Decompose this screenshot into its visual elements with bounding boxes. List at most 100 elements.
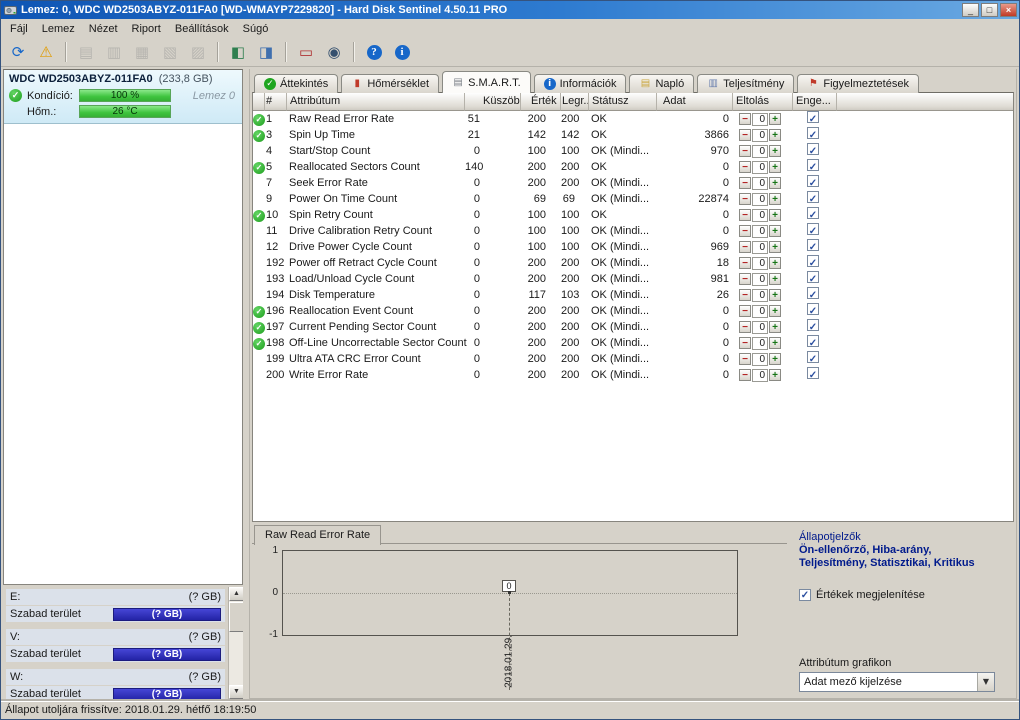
chevron-down-icon[interactable]: ▼ [977,673,994,691]
offset-decrease-button[interactable]: − [739,369,751,381]
offset-decrease-button[interactable]: − [739,257,751,269]
maximize-button[interactable]: □ [981,3,998,17]
enabled-checkbox[interactable]: ✓ [807,159,819,173]
enabled-checkbox[interactable]: ✓ [807,367,819,381]
table-row[interactable]: ✓ 7 Seek Error Rate 0 200 200 OK (Mindi.… [253,175,1013,191]
table-row[interactable]: ✓ 5 Reallocated Sectors Count 140 200 20… [253,159,1013,175]
enabled-checkbox[interactable]: ✓ [807,175,819,189]
table-row[interactable]: ✓ 9 Power On Time Count 0 69 69 OK (Mind… [253,191,1013,207]
offset-increase-button[interactable]: + [769,225,781,237]
offset-increase-button[interactable]: + [769,129,781,141]
disk-details-icon[interactable]: ◨ [253,40,279,64]
offset-increase-button[interactable]: + [769,113,781,125]
header-value[interactable]: Érték [521,93,561,111]
header-icon-stub[interactable] [253,93,265,111]
enabled-checkbox[interactable]: ✓ [807,271,819,285]
header-offset[interactable]: Eltolás [733,93,793,111]
title-bar[interactable]: Lemez: 0, WDC WD2503ABYZ-011FA0 [WD-WMAY… [1,1,1019,19]
table-row[interactable]: ✓ 199 Ultra ATA CRC Error Count 0 200 20… [253,351,1013,367]
offset-increase-button[interactable]: + [769,209,781,221]
about-icon[interactable]: i [389,40,415,64]
enabled-checkbox[interactable]: ✓ [807,143,819,157]
offset-decrease-button[interactable]: − [739,161,751,173]
offset-decrease-button[interactable]: − [739,129,751,141]
offset-increase-button[interactable]: + [769,353,781,365]
header-threshold[interactable]: Küszöb [465,93,521,111]
offset-decrease-button[interactable]: − [739,337,751,349]
scrollbar-thumb[interactable] [229,602,243,632]
tab-performance[interactable]: ▥ Teljesítmény [697,74,795,93]
minimize-button[interactable]: _ [962,3,979,17]
table-row[interactable]: ✓ 200 Write Error Rate 0 200 200 OK (Min… [253,367,1013,383]
enabled-checkbox[interactable]: ✓ [807,207,819,221]
enabled-checkbox[interactable]: ✓ [807,111,819,125]
offset-increase-button[interactable]: + [769,289,781,301]
menu-fajl[interactable]: Fájl [3,21,35,37]
offset-decrease-button[interactable]: − [739,353,751,365]
problems-report-icon[interactable]: ⚠ [33,40,59,64]
menu-nezet[interactable]: Nézet [82,21,125,37]
table-row[interactable]: ✓ 3 Spin Up Time 21 142 142 OK 3866 − 0 … [253,127,1013,143]
menu-riport[interactable]: Riport [125,21,168,37]
enabled-checkbox[interactable]: ✓ [807,191,819,205]
offset-increase-button[interactable]: + [769,257,781,269]
table-row[interactable]: ✓ 4 Start/Stop Count 0 100 100 OK (Mindi… [253,143,1013,159]
table-row[interactable]: ✓ 196 Reallocation Event Count 0 200 200… [253,303,1013,319]
enabled-checkbox[interactable]: ✓ [807,335,819,349]
header-status[interactable]: Státusz [589,93,657,111]
enabled-checkbox[interactable]: ✓ [807,127,819,141]
table-row[interactable]: ✓ 193 Load/Unload Cycle Count 0 200 200 … [253,271,1013,287]
header-attribute[interactable]: Attribútum [287,93,465,111]
table-row[interactable]: ✓ 10 Spin Retry Count 0 100 100 OK 0 − 0… [253,207,1013,223]
graph-mode-dropdown[interactable]: Adat mező kijelzése ▼ [799,672,995,692]
offset-increase-button[interactable]: + [769,305,781,317]
header-data[interactable]: Adat [657,93,733,111]
volume-item[interactable]: E: (? GB) Szabad terület (? GB) [6,589,225,622]
online-status-icon[interactable]: ◉ [321,40,347,64]
offset-decrease-button[interactable]: − [739,193,751,205]
offset-increase-button[interactable]: + [769,241,781,253]
offset-decrease-button[interactable]: − [739,241,751,253]
table-row[interactable]: ✓ 11 Drive Calibration Retry Count 0 100… [253,223,1013,239]
tab-smart[interactable]: ▤ S.M.A.R.T. [442,71,531,93]
offset-increase-button[interactable]: + [769,161,781,173]
menu-beallitasok[interactable]: Beállítások [168,21,236,37]
scroll-up-button[interactable]: ▲ [229,587,243,601]
enabled-checkbox[interactable]: ✓ [807,351,819,365]
volume-item[interactable]: V: (? GB) Szabad terület (? GB) [6,629,225,662]
enabled-checkbox[interactable]: ✓ [807,255,819,269]
refresh-icon[interactable]: ⟳ [5,40,31,64]
offset-increase-button[interactable]: + [769,193,781,205]
chart-tab[interactable]: Raw Read Error Rate [254,525,382,545]
help-icon[interactable]: ? [361,40,387,64]
table-row[interactable]: ✓ 12 Drive Power Cycle Count 0 100 100 O… [253,239,1013,255]
offset-decrease-button[interactable]: − [739,209,751,221]
table-row[interactable]: ✓ 1 Raw Read Error Rate 51 200 200 OK 0 … [253,111,1013,127]
offset-increase-button[interactable]: + [769,337,781,349]
tab-overview[interactable]: ✓ Áttekintés [254,74,339,93]
scroll-down-button[interactable]: ▼ [229,685,243,699]
offset-decrease-button[interactable]: − [739,113,751,125]
table-row[interactable]: ✓ 197 Current Pending Sector Count 0 200… [253,319,1013,335]
menu-lemez[interactable]: Lemez [35,21,82,37]
tab-log[interactable]: ▤ Napló [629,74,695,93]
header-id[interactable]: # [265,93,287,111]
close-button[interactable]: × [1000,3,1017,17]
tab-temperature[interactable]: ▮ Hőmérséklet [341,74,440,93]
menu-sugo[interactable]: Súgó [236,21,276,37]
table-row[interactable]: ✓ 194 Disk Temperature 0 117 103 OK (Min… [253,287,1013,303]
offset-decrease-button[interactable]: − [739,177,751,189]
offset-increase-button[interactable]: + [769,177,781,189]
offset-decrease-button[interactable]: − [739,145,751,157]
offset-increase-button[interactable]: + [769,145,781,157]
offset-decrease-button[interactable]: − [739,321,751,333]
selected-disk-item[interactable]: WDC WD2503ABYZ-011FA0 (233,8 GB) ✓ Kondí… [4,70,242,124]
table-row[interactable]: ✓ 192 Power off Retract Cycle Count 0 20… [253,255,1013,271]
offset-decrease-button[interactable]: − [739,225,751,237]
enabled-checkbox[interactable]: ✓ [807,223,819,237]
disk-surface-map-icon[interactable]: ◧ [225,40,251,64]
offset-increase-button[interactable]: + [769,273,781,285]
offset-increase-button[interactable]: + [769,321,781,333]
show-values-checkbox[interactable]: ✓ [799,589,811,601]
header-enabled[interactable]: Enge... [793,93,837,111]
